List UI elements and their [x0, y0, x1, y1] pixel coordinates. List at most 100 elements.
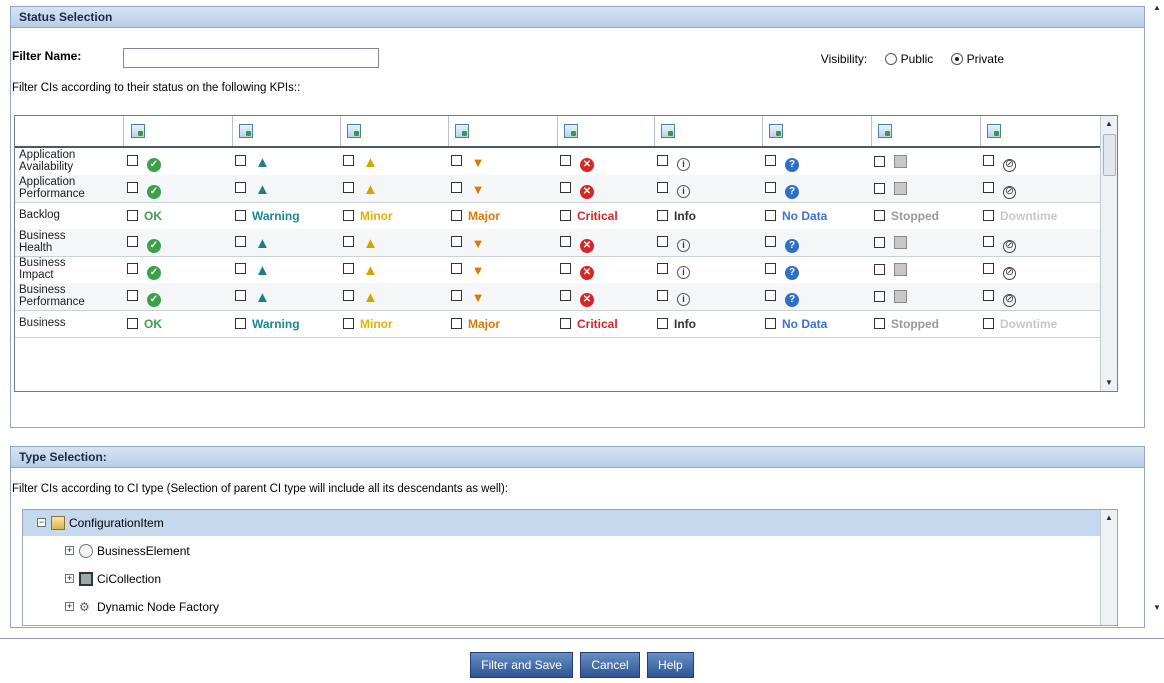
kpi-column-header[interactable]: [449, 116, 558, 146]
kpi-status-checkbox[interactable]: [765, 318, 776, 329]
kpi-selector-icon[interactable]: [769, 124, 783, 138]
kpi-status-checkbox[interactable]: [560, 210, 571, 221]
kpi-status-checkbox[interactable]: [235, 263, 246, 274]
kpi-status-checkbox[interactable]: [874, 237, 885, 248]
kpi-status-checkbox[interactable]: [235, 318, 246, 329]
page-scroll-down-icon[interactable]: ▼: [1150, 600, 1164, 616]
kpi-status-checkbox[interactable]: [451, 155, 462, 166]
visibility-private-label[interactable]: Private: [967, 52, 1004, 66]
scroll-up-arrow-icon[interactable]: ▲: [1101, 116, 1117, 132]
kpi-status-checkbox[interactable]: [127, 263, 138, 274]
kpi-status-checkbox[interactable]: [451, 318, 462, 329]
expand-icon[interactable]: +: [65, 602, 74, 611]
kpi-status-checkbox[interactable]: [127, 182, 138, 193]
tree-node-label[interactable]: ConfigurationItem: [69, 510, 164, 536]
kpi-status-checkbox[interactable]: [343, 318, 354, 329]
kpi-status-checkbox[interactable]: [657, 263, 668, 274]
visibility-public-label[interactable]: Public: [901, 52, 934, 66]
kpi-selector-icon[interactable]: [878, 124, 892, 138]
kpi-status-checkbox[interactable]: [983, 290, 994, 301]
kpi-status-checkbox[interactable]: [343, 182, 354, 193]
kpi-status-checkbox[interactable]: [343, 290, 354, 301]
kpi-status-checkbox[interactable]: [235, 155, 246, 166]
kpi-column-header[interactable]: [341, 116, 449, 146]
kpi-status-checkbox[interactable]: [657, 182, 668, 193]
kpi-status-checkbox[interactable]: [765, 290, 776, 301]
kpi-status-checkbox[interactable]: [874, 210, 885, 221]
kpi-selector-icon[interactable]: [455, 124, 469, 138]
kpi-selector-icon[interactable]: [347, 124, 361, 138]
kpi-status-checkbox[interactable]: [983, 236, 994, 247]
kpi-status-checkbox[interactable]: [451, 290, 462, 301]
tree-node[interactable]: + CiCollection: [23, 566, 1101, 592]
collapse-icon[interactable]: −: [37, 518, 46, 527]
page-scroll-up-icon[interactable]: ▲: [1150, 0, 1164, 16]
kpi-column-header[interactable]: [981, 116, 1101, 146]
expand-icon[interactable]: +: [65, 574, 74, 583]
tree-scrollbar[interactable]: ▲: [1100, 510, 1117, 625]
kpi-table-scrollbar[interactable]: ▲ ▼: [1100, 116, 1117, 391]
kpi-status-checkbox[interactable]: [657, 210, 668, 221]
kpi-status-checkbox[interactable]: [560, 263, 571, 274]
kpi-status-checkbox[interactable]: [657, 318, 668, 329]
tree-node-label[interactable]: CiCollection: [97, 566, 161, 592]
kpi-selector-icon[interactable]: [239, 124, 253, 138]
kpi-status-checkbox[interactable]: [983, 182, 994, 193]
tree-node[interactable]: + ⚙ Dynamic Node Factory: [23, 594, 1101, 620]
kpi-status-checkbox[interactable]: [874, 156, 885, 167]
kpi-status-checkbox[interactable]: [765, 263, 776, 274]
page-scrollbar[interactable]: ▲ ▼: [1150, 0, 1164, 630]
kpi-status-checkbox[interactable]: [765, 155, 776, 166]
kpi-status-checkbox[interactable]: [560, 236, 571, 247]
kpi-status-checkbox[interactable]: [560, 155, 571, 166]
kpi-status-checkbox[interactable]: [235, 236, 246, 247]
kpi-status-checkbox[interactable]: [451, 210, 462, 221]
kpi-column-header[interactable]: [872, 116, 981, 146]
scroll-down-arrow-icon[interactable]: ▼: [1101, 375, 1117, 391]
kpi-status-checkbox[interactable]: [451, 236, 462, 247]
kpi-status-checkbox[interactable]: [235, 182, 246, 193]
kpi-status-checkbox[interactable]: [874, 318, 885, 329]
tree-node[interactable]: + BusinessElement: [23, 538, 1101, 564]
help-button[interactable]: Help: [647, 652, 694, 678]
kpi-column-header[interactable]: [655, 116, 763, 146]
kpi-status-checkbox[interactable]: [983, 263, 994, 274]
kpi-status-checkbox[interactable]: [765, 210, 776, 221]
kpi-column-header[interactable]: [763, 116, 872, 146]
kpi-selector-icon[interactable]: [564, 124, 578, 138]
kpi-status-checkbox[interactable]: [235, 210, 246, 221]
cancel-button[interactable]: Cancel: [580, 652, 640, 678]
kpi-status-checkbox[interactable]: [983, 318, 994, 329]
kpi-column-header[interactable]: [558, 116, 655, 146]
kpi-status-checkbox[interactable]: [560, 290, 571, 301]
tree-node-label[interactable]: Dynamic Node Factory: [97, 594, 219, 620]
filter-name-input[interactable]: [123, 48, 379, 68]
kpi-status-checkbox[interactable]: [343, 155, 354, 166]
kpi-selector-icon[interactable]: [131, 124, 145, 138]
kpi-selector-icon[interactable]: [987, 124, 1001, 138]
kpi-status-checkbox[interactable]: [983, 155, 994, 166]
kpi-status-checkbox[interactable]: [657, 236, 668, 247]
scroll-thumb[interactable]: [1103, 134, 1116, 176]
kpi-status-checkbox[interactable]: [235, 290, 246, 301]
kpi-status-checkbox[interactable]: [765, 182, 776, 193]
kpi-column-header[interactable]: [125, 116, 233, 146]
kpi-status-checkbox[interactable]: [657, 155, 668, 166]
kpi-selector-icon[interactable]: [661, 124, 675, 138]
kpi-status-checkbox[interactable]: [343, 263, 354, 274]
kpi-status-checkbox[interactable]: [451, 263, 462, 274]
kpi-status-checkbox[interactable]: [765, 236, 776, 247]
kpi-status-checkbox[interactable]: [983, 210, 994, 221]
kpi-status-checkbox[interactable]: [343, 236, 354, 247]
filter-and-save-button[interactable]: Filter and Save: [470, 652, 573, 678]
visibility-private-radio[interactable]: [950, 53, 963, 65]
kpi-status-checkbox[interactable]: [874, 291, 885, 302]
kpi-status-checkbox[interactable]: [127, 236, 138, 247]
kpi-status-checkbox[interactable]: [560, 182, 571, 193]
tree-node[interactable]: − ConfigurationItem: [23, 510, 1101, 536]
kpi-status-checkbox[interactable]: [874, 264, 885, 275]
kpi-status-checkbox[interactable]: [127, 318, 138, 329]
kpi-status-checkbox[interactable]: [451, 182, 462, 193]
tree-node-label[interactable]: BusinessElement: [97, 538, 190, 564]
kpi-status-checkbox[interactable]: [560, 318, 571, 329]
